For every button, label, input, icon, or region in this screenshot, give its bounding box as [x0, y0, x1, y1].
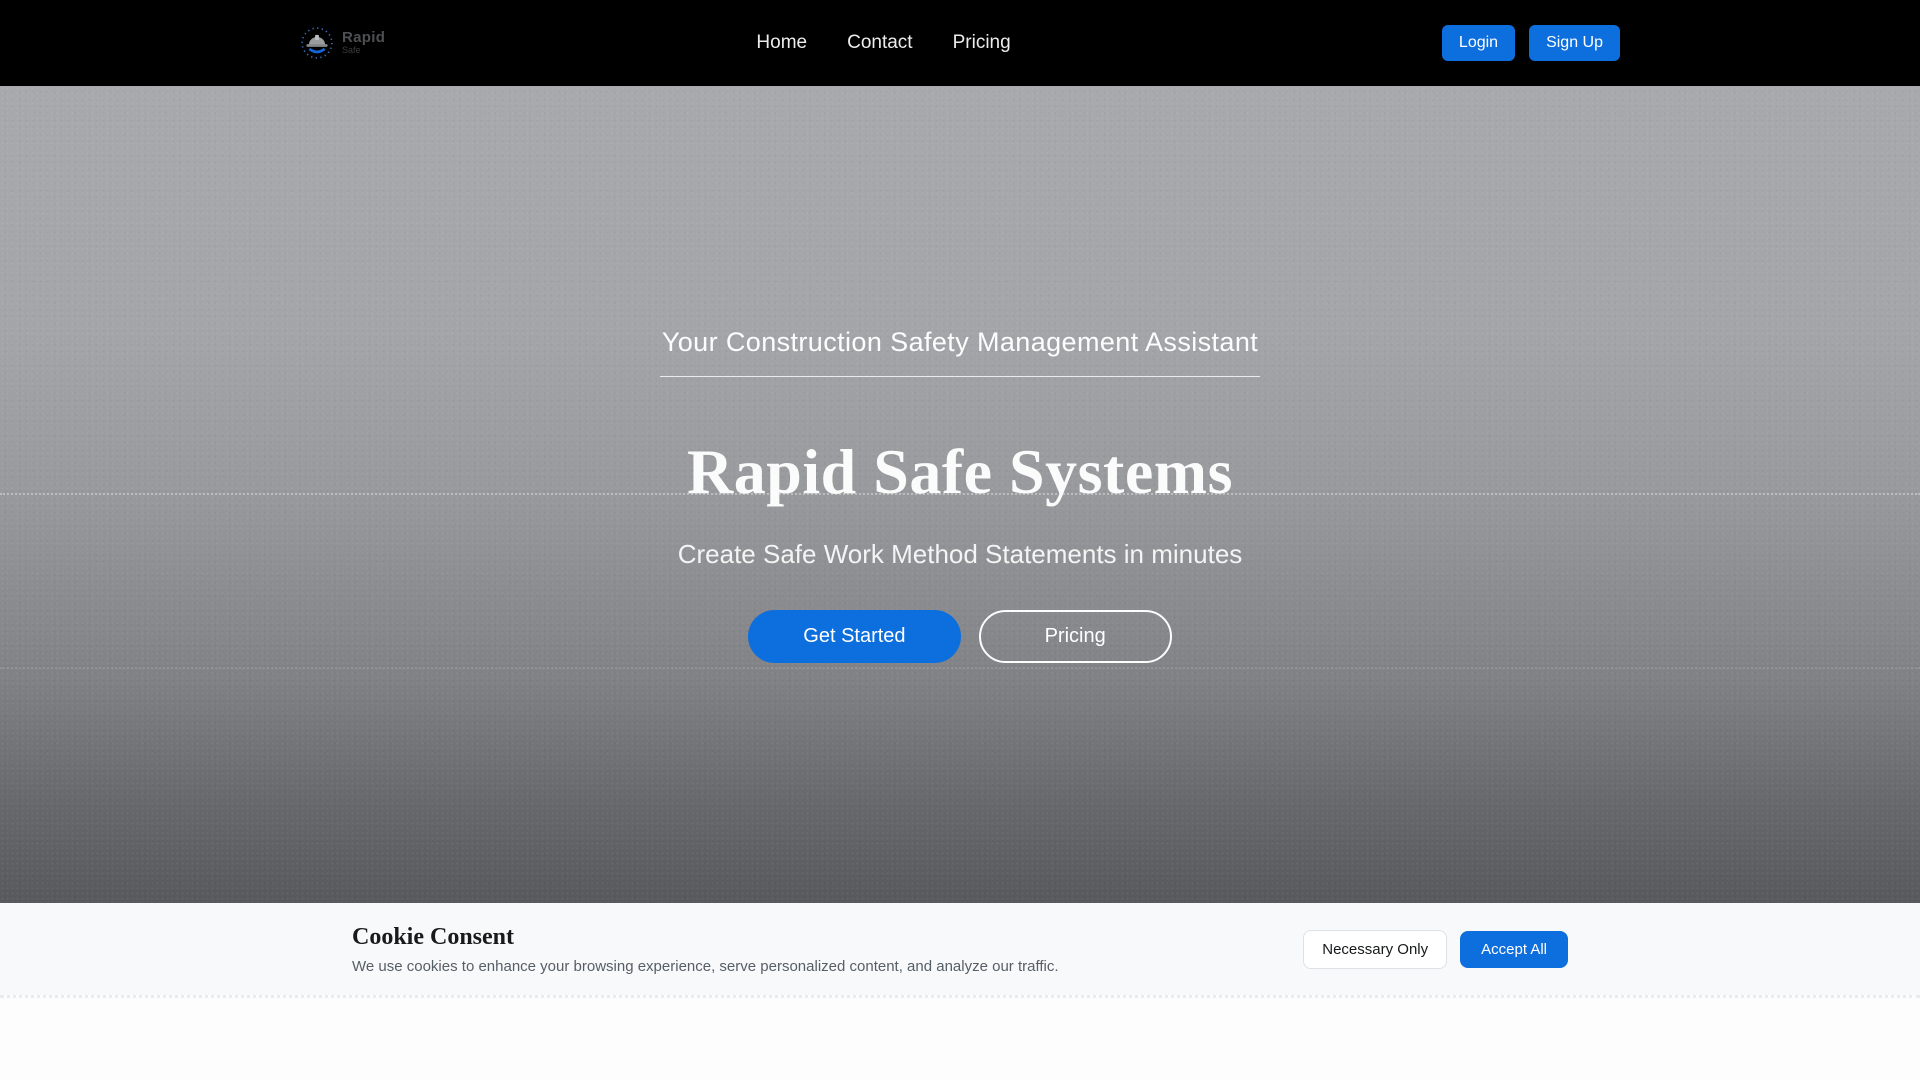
- hero-tagline: Your Construction Safety Management Assi…: [660, 327, 1260, 377]
- nav-link-home[interactable]: Home: [756, 32, 807, 54]
- landing-page: Rapid Safe Home Contact Pricing Login Si…: [0, 0, 1920, 1080]
- necessary-only-button[interactable]: Necessary Only: [1303, 930, 1447, 969]
- cookie-container: Cookie Consent We use cookies to enhance…: [352, 924, 1568, 975]
- nav-actions: Login Sign Up: [1442, 25, 1620, 61]
- cookie-text-block: Cookie Consent We use cookies to enhance…: [352, 924, 1059, 975]
- cookie-title: Cookie Consent: [352, 924, 1059, 951]
- nav-links: Home Contact Pricing: [756, 32, 1010, 54]
- pricing-button[interactable]: Pricing: [979, 610, 1172, 663]
- nav-link-contact[interactable]: Contact: [847, 32, 912, 54]
- accept-all-button[interactable]: Accept All: [1460, 931, 1568, 968]
- cookie-consent-banner: Cookie Consent We use cookies to enhance…: [0, 903, 1920, 995]
- navbar: Rapid Safe Home Contact Pricing Login Si…: [0, 0, 1920, 86]
- footer-area: [0, 995, 1920, 1080]
- hero-content: Your Construction Safety Management Assi…: [0, 86, 1920, 903]
- cookie-actions: Necessary Only Accept All: [1303, 930, 1568, 969]
- hardhat-logo-icon: [300, 26, 334, 60]
- cookie-description: We use cookies to enhance your browsing …: [352, 958, 1059, 975]
- signup-button[interactable]: Sign Up: [1529, 25, 1620, 61]
- brand-title: Rapid: [342, 30, 385, 46]
- brand-text: Rapid Safe: [342, 30, 385, 55]
- brand-logo[interactable]: Rapid Safe: [300, 26, 385, 60]
- hero-section: Your Construction Safety Management Assi…: [0, 86, 1920, 903]
- hero-title: Rapid Safe Systems: [687, 435, 1233, 509]
- get-started-button[interactable]: Get Started: [748, 610, 960, 663]
- nav-link-pricing[interactable]: Pricing: [953, 32, 1011, 54]
- navbar-container: Rapid Safe Home Contact Pricing Login Si…: [300, 25, 1620, 61]
- hero-cta-row: Get Started Pricing: [748, 610, 1171, 663]
- login-button[interactable]: Login: [1442, 25, 1515, 61]
- brand-subtitle: Safe: [342, 46, 385, 55]
- hero-subtitle: Create Safe Work Method Statements in mi…: [678, 539, 1243, 570]
